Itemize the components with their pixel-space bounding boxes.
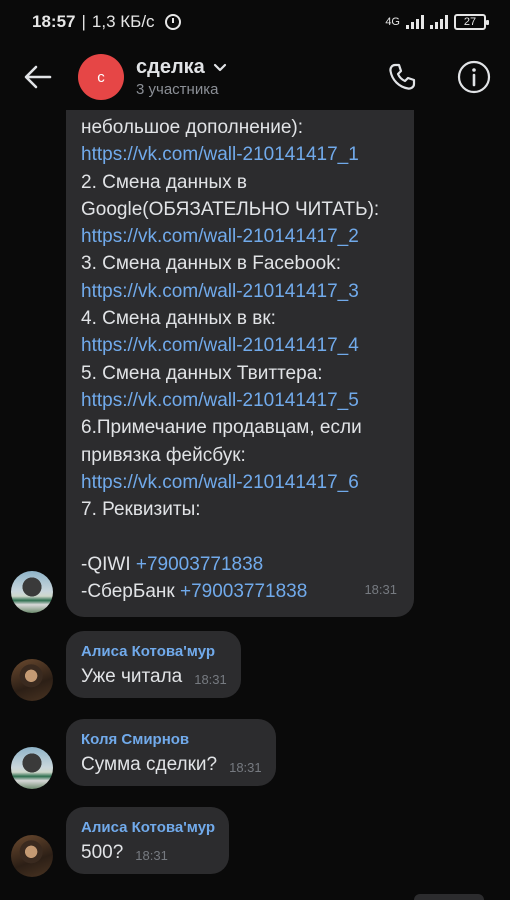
battery-icon: 27: [454, 14, 489, 30]
phone-icon: [389, 63, 416, 90]
status-left: 18:57 | 1,3 КБ/с: [32, 12, 181, 32]
qiwi-phone-link[interactable]: +79003771838: [136, 554, 263, 575]
alarm-icon: [164, 14, 181, 30]
message-body: 500? 18:31: [81, 842, 215, 864]
message-line: 4. Смена данных в вк:: [81, 308, 276, 330]
message-line: 5. Смена данных Твиттера:: [81, 362, 323, 384]
status-speed: 1,3 КБ/с: [91, 12, 155, 31]
message-bubble[interactable]: Коля Смирнов Сумма сделки? 18:31: [66, 719, 276, 786]
chat-title-row: сделка: [136, 56, 227, 79]
message-link[interactable]: https://vk.com/wall-210141417_4: [81, 332, 398, 359]
message-line-sber: -СберБанк +79003771838: [81, 578, 398, 605]
info-icon: [457, 60, 491, 94]
status-time: 18:57: [32, 12, 76, 31]
message-bubble[interactable]: Алиса Котова'мур 500? 18:31: [66, 807, 230, 874]
status-right: 4G 27: [385, 14, 489, 30]
message-line: привязка фейсбук:: [81, 444, 246, 466]
chevron-down-icon: [213, 63, 226, 71]
message-author[interactable]: Алиса Котова'мур: [81, 819, 215, 836]
message-link[interactable]: https://vk.com/wall-210141417_6: [81, 469, 398, 496]
message-body: Уже читала 18:31: [81, 666, 227, 688]
back-button[interactable]: [22, 61, 54, 93]
chat-subtitle: 3 участника: [136, 81, 219, 98]
chat-title: сделка: [136, 56, 205, 78]
message-body: Сумма сделки? 18:31: [81, 754, 262, 776]
message-time: 18:31: [135, 848, 168, 863]
message-link[interactable]: https://vk.com/wall-210141417_1: [81, 141, 398, 168]
signal-icon: [430, 15, 448, 29]
message-line-qiwi: -QIWI +79003771838: [81, 551, 398, 578]
message-feed[interactable]: небольшое дополнение): https://vk.com/wal…: [0, 110, 510, 900]
message-time: 18:31: [229, 760, 262, 775]
message-author[interactable]: Алиса Котова'мур: [81, 643, 227, 660]
sber-phone-link[interactable]: +79003771838: [180, 581, 307, 602]
message-text: Сумма сделки?: [81, 754, 218, 775]
chat-header: с сделка 3 участника: [0, 44, 510, 110]
qiwi-label: -QIWI: [81, 553, 136, 575]
message-bubble[interactable]: Алиса Котова'мур Уже читала 18:31: [66, 631, 241, 698]
scroll-down-button[interactable]: [414, 894, 484, 900]
message-line: Google(ОБЯЗАТЕЛЬНО ЧИТАТЬ):: [81, 198, 380, 220]
message-link[interactable]: https://vk.com/wall-210141417_5: [81, 387, 398, 414]
chat-avatar-letter: с: [97, 68, 105, 86]
message-text: 500?: [81, 842, 124, 863]
info-button[interactable]: [456, 59, 492, 95]
avatar[interactable]: [11, 835, 53, 877]
message-lines: небольшое дополнение): https://vk.com/wal…: [81, 114, 398, 551]
message-text: Уже читала: [81, 666, 183, 687]
message-time: 18:31: [194, 672, 227, 687]
signal-icon: [406, 15, 424, 29]
status-bar: 18:57 | 1,3 КБ/с 4G 27: [0, 0, 510, 44]
message-bubble-rules[interactable]: небольшое дополнение): https://vk.com/wal…: [66, 110, 414, 617]
chat-avatar[interactable]: с: [78, 54, 124, 100]
call-button[interactable]: [384, 59, 420, 95]
message-line: 7. Реквизиты:: [81, 499, 201, 521]
message-time: 18:31: [364, 581, 397, 597]
avatar[interactable]: [11, 747, 53, 789]
message-line: 6.Примечание продавцам, если: [81, 417, 362, 439]
message-line: небольшое дополнение):: [81, 117, 304, 138]
network-type: 4G: [385, 16, 400, 28]
back-arrow-icon: [24, 65, 52, 89]
header-actions: [384, 59, 492, 95]
message-link[interactable]: https://vk.com/wall-210141417_2: [81, 223, 398, 250]
battery-level: 27: [463, 16, 477, 28]
message-author[interactable]: Коля Смирнов: [81, 731, 262, 748]
message-line: 2. Смена данных в: [81, 171, 247, 193]
status-separator: |: [81, 12, 86, 31]
message-link[interactable]: https://vk.com/wall-210141417_3: [81, 278, 398, 305]
message-line-blank: [81, 523, 398, 550]
sber-label: -СберБанк: [81, 581, 180, 603]
message-line: 3. Смена данных в Facebook:: [81, 253, 341, 275]
chat-info[interactable]: сделка 3 участника: [136, 56, 227, 98]
avatar[interactable]: [11, 659, 53, 701]
avatar[interactable]: [11, 571, 53, 613]
